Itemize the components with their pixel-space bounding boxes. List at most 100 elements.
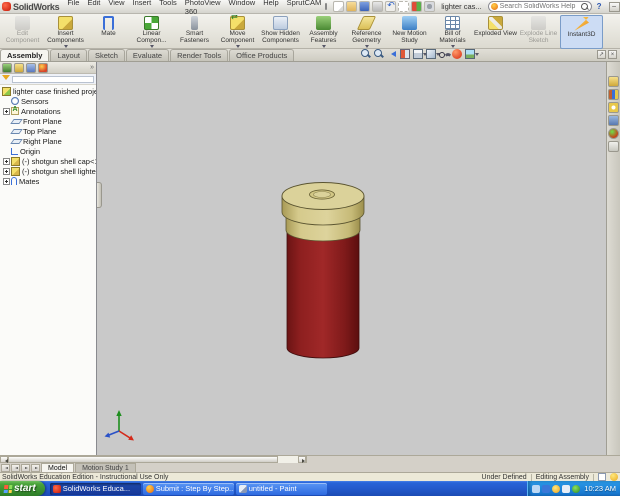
- tree-item-annotations[interactable]: Annotations: [0, 106, 96, 116]
- ribbon-button-instant3d[interactable]: Instant3D: [560, 15, 603, 49]
- main-area: » lighter case finished project (De Sens…: [0, 62, 620, 455]
- tree-item-origin[interactable]: Origin: [0, 146, 96, 156]
- scroll-left-icon[interactable]: [0, 456, 8, 463]
- selection-filter-icon[interactable]: [398, 1, 409, 12]
- hide-show-items-icon[interactable]: [439, 49, 449, 59]
- solidworks-resources-icon[interactable]: [608, 76, 619, 87]
- featuremanager-tab-icon[interactable]: [2, 63, 12, 73]
- displaymanager-tab-icon[interactable]: [38, 63, 48, 73]
- help-button[interactable]: ?: [595, 2, 604, 11]
- file-explorer-icon[interactable]: [608, 102, 619, 113]
- ribbon-label: Smart Fasteners: [173, 30, 216, 44]
- search-input[interactable]: [500, 3, 578, 10]
- expand-icon[interactable]: [3, 178, 10, 185]
- expand-icon[interactable]: [3, 108, 10, 115]
- document-name[interactable]: lighter cas...: [441, 2, 481, 11]
- expand-icon[interactable]: [3, 158, 10, 165]
- zoom-to-area-icon[interactable]: [374, 49, 384, 59]
- tab-scroll-right-icon[interactable]: [21, 464, 30, 472]
- ribbon-button-reference-geometry[interactable]: Reference Geometry: [345, 15, 388, 49]
- taskbar-button-browser[interactable]: Submit : Step By Step...: [143, 483, 234, 495]
- tree-item-mates[interactable]: Mates: [0, 176, 96, 186]
- ribbon-button-show-hidden-components[interactable]: Show Hidden Components: [259, 15, 302, 49]
- note-icon[interactable]: [598, 473, 606, 481]
- display-style-icon[interactable]: [426, 49, 436, 59]
- view-orientation-icon[interactable]: [413, 49, 423, 59]
- view-palette-icon[interactable]: [608, 115, 619, 126]
- start-button[interactable]: start: [0, 481, 45, 496]
- propertymanager-tab-icon[interactable]: [14, 63, 24, 73]
- design-library-icon[interactable]: [608, 89, 619, 100]
- search-icon[interactable]: [580, 2, 589, 11]
- tab-layout[interactable]: Layout: [50, 49, 87, 61]
- minimize-icon[interactable]: [609, 2, 620, 12]
- tab-model[interactable]: Model: [41, 463, 74, 472]
- scroll-track[interactable]: [8, 456, 298, 463]
- apply-scene-icon[interactable]: [465, 49, 475, 59]
- scroll-thumb[interactable]: [8, 456, 278, 463]
- tree-item-right-plane[interactable]: Right Plane: [0, 136, 96, 146]
- tab-motion-study-1[interactable]: Motion Study 1: [75, 463, 136, 472]
- options-icon[interactable]: [424, 1, 435, 12]
- ribbon-button-linear-pattern[interactable]: Linear Compon...: [130, 15, 173, 49]
- print-icon[interactable]: [372, 1, 383, 12]
- ribbon-button-exploded-view[interactable]: Exploded View: [474, 15, 517, 49]
- appearances-scenes-icon[interactable]: [608, 128, 619, 139]
- taskbar-button-solidworks[interactable]: SolidWorks Educa...: [50, 483, 141, 495]
- undo-icon[interactable]: [385, 1, 396, 12]
- tab-render-tools[interactable]: Render Tools: [170, 49, 228, 61]
- horizontal-scrollbar[interactable]: [0, 456, 307, 463]
- ribbon-button-new-motion-study[interactable]: New Motion Study: [388, 15, 431, 49]
- filter-input[interactable]: [12, 76, 94, 83]
- collapse-pane-icon[interactable]: [597, 50, 606, 59]
- ribbon-button-insert-components[interactable]: Insert Components: [44, 15, 87, 49]
- custom-properties-icon[interactable]: [608, 141, 619, 152]
- ribbon-button-mate[interactable]: Mate: [87, 15, 130, 49]
- tree-item-shotgun-shell-cap[interactable]: (-) shotgun shell cap<1> (De: [0, 156, 96, 166]
- quick-tips-icon[interactable]: [610, 473, 618, 481]
- tab-evaluate[interactable]: Evaluate: [126, 49, 169, 61]
- expand-icon[interactable]: [3, 168, 10, 175]
- edit-appearance-icon[interactable]: [452, 49, 462, 59]
- open-document-icon[interactable]: [346, 1, 357, 12]
- tree-item-shotgun-shell-lighter-case[interactable]: (-) shotgun shell lighter case: [0, 166, 96, 176]
- ribbon-button-smart-fasteners[interactable]: Smart Fasteners: [173, 15, 216, 49]
- new-document-icon[interactable]: [333, 1, 344, 12]
- tab-office-products[interactable]: Office Products: [229, 49, 294, 61]
- configurationmanager-tab-icon[interactable]: [26, 63, 36, 73]
- tab-scroll-last-icon[interactable]: [31, 464, 40, 472]
- previous-view-icon[interactable]: [387, 49, 397, 59]
- save-icon[interactable]: [359, 1, 370, 12]
- taskbar-button-paint[interactable]: untitled - Paint: [236, 483, 327, 495]
- tray-display-icon[interactable]: [532, 485, 540, 493]
- filter-icon[interactable]: [2, 75, 10, 84]
- tree-item-top-plane[interactable]: Top Plane: [0, 126, 96, 136]
- ribbon-button-bill-of-materials[interactable]: Bill of Materials: [431, 15, 474, 49]
- zoom-to-fit-icon[interactable]: [361, 49, 371, 59]
- mates-icon: [11, 177, 17, 185]
- panel-splitter-handle[interactable]: [97, 182, 102, 208]
- tab-scroll-first-icon[interactable]: [1, 464, 10, 472]
- tab-scroll-left-icon[interactable]: [11, 464, 20, 472]
- tray-security-icon[interactable]: [552, 485, 560, 493]
- close-pane-icon[interactable]: [608, 50, 617, 59]
- tray-update-icon[interactable]: [572, 485, 580, 493]
- section-view-icon[interactable]: [400, 49, 410, 59]
- ribbon-button-assembly-features[interactable]: Assembly Features: [302, 15, 345, 49]
- rebuild-icon[interactable]: [411, 1, 422, 12]
- ribbon-button-move-component[interactable]: Move Component: [216, 15, 259, 49]
- tab-sketch[interactable]: Sketch: [88, 49, 125, 61]
- feature-manager-panel: » lighter case finished project (De Sens…: [0, 62, 97, 455]
- coordinate-triad: [103, 409, 137, 443]
- tree-item-sensors[interactable]: Sensors: [0, 96, 96, 106]
- menu-pin-icon[interactable]: [325, 3, 327, 10]
- chevron-right-icon[interactable]: »: [90, 64, 94, 71]
- tree-item-front-plane[interactable]: Front Plane: [0, 116, 96, 126]
- tray-volume-icon[interactable]: [562, 485, 570, 493]
- graphics-viewport[interactable]: [97, 62, 606, 455]
- tab-assembly[interactable]: Assembly: [0, 49, 49, 61]
- tree-item-root[interactable]: lighter case finished project (De: [0, 86, 96, 96]
- tray-network-icon[interactable]: [542, 485, 550, 493]
- shotgun-shell-model[interactable]: [267, 162, 387, 377]
- scroll-right-icon[interactable]: [298, 456, 306, 463]
